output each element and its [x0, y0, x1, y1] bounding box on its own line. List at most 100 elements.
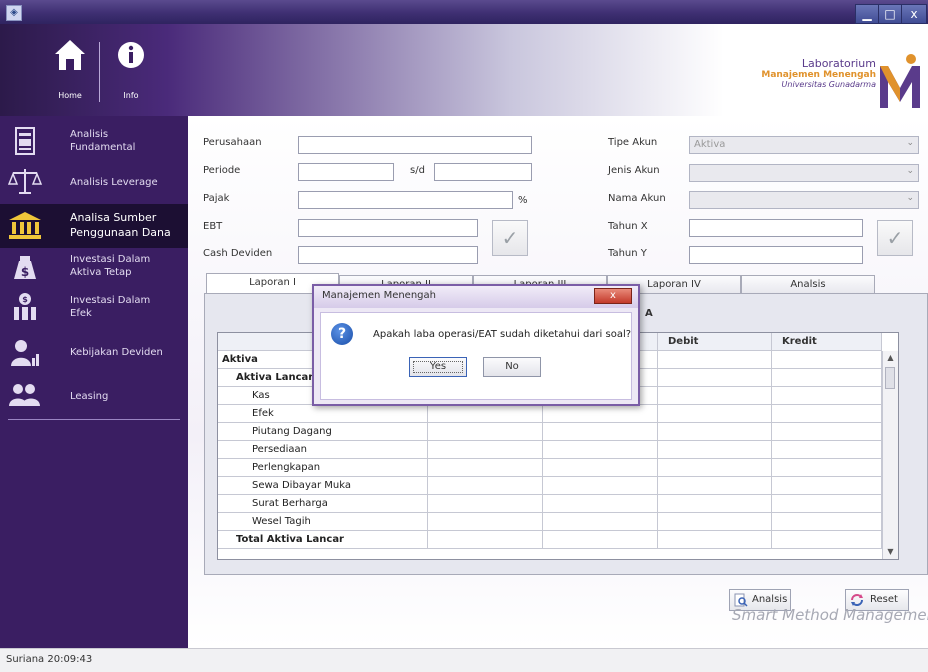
app-header: Home Info Laboratorium Manajemen Menenga…: [0, 24, 928, 116]
scroll-thumb[interactable]: [885, 367, 895, 389]
table-row[interactable]: Persediaan: [218, 441, 898, 459]
investor-icon: $: [14, 293, 36, 320]
yes-button[interactable]: Yes: [409, 357, 467, 377]
row-cell: [658, 531, 772, 549]
sidebar-item-analisis-leverage[interactable]: Analisis Leverage: [0, 164, 188, 198]
row-cell: [428, 513, 543, 531]
info-label: Info: [123, 91, 139, 100]
sidebar-divider: [8, 419, 180, 420]
row-cell: [772, 513, 882, 531]
ebt-input[interactable]: [298, 219, 478, 237]
lab-logo-icon: [880, 54, 920, 108]
scroll-up-icon[interactable]: ▲: [883, 351, 898, 365]
row-cell: [428, 405, 543, 423]
no-button[interactable]: No: [483, 357, 541, 377]
row-cell: [658, 405, 772, 423]
table-row[interactable]: Surat Berharga: [218, 495, 898, 513]
row-cell: [772, 423, 882, 441]
tahun-y-input[interactable]: [689, 246, 863, 264]
table-row[interactable]: Wesel Tagih: [218, 513, 898, 531]
minimize-button[interactable]: ▁: [855, 4, 879, 24]
submit-left-button[interactable]: ✓: [492, 220, 528, 256]
row-label: Sewa Dibayar Muka: [218, 477, 428, 495]
dialog-close-button[interactable]: x: [594, 288, 632, 304]
sidebar-item-investasi-efek[interactable]: $ Investasi Dalam Efek: [0, 288, 188, 328]
sidebar-item-label: Leasing: [70, 391, 109, 402]
home-button[interactable]: Home: [45, 34, 95, 104]
tipe-akun-select[interactable]: Aktiva ⌄: [689, 136, 919, 154]
nama-akun-select[interactable]: ⌄: [689, 191, 919, 209]
sidebar-item-analisis-fundamental[interactable]: Analisis Fundamental: [0, 122, 188, 158]
row-cell: [543, 477, 658, 495]
row-cell: [772, 387, 882, 405]
row-cell: [772, 441, 882, 459]
home-label: Home: [58, 91, 82, 100]
sidebar-item-label: Kebijakan Deviden: [70, 347, 163, 358]
tahun-x-input[interactable]: [689, 219, 863, 237]
row-cell: [772, 495, 882, 513]
periode-label: Periode: [203, 165, 241, 176]
sidebar-item-label: Analisis Fundamental: [70, 129, 136, 153]
close-button[interactable]: x: [901, 4, 927, 24]
jenis-akun-label: Jenis Akun: [608, 165, 660, 176]
row-cell: [772, 369, 882, 387]
dialog-message: Apakah laba operasi/EAT sudah diketahui …: [373, 329, 632, 340]
periode-end-input[interactable]: [434, 163, 532, 181]
confirm-dialog: Manajemen Menengah x ? Apakah laba opera…: [312, 284, 640, 406]
sidebar-item-leasing[interactable]: Leasing: [0, 378, 188, 412]
scroll-down-icon[interactable]: ▼: [883, 545, 898, 559]
table-row[interactable]: Efek: [218, 405, 898, 423]
row-cell: [658, 369, 772, 387]
status-text: Suriana 20:09:43: [6, 654, 93, 665]
pajak-input[interactable]: [298, 191, 513, 209]
table-row[interactable]: Piutang Dagang: [218, 423, 898, 441]
sidebar-item-label: Analisa Sumber Penggunaan Dana: [70, 211, 171, 239]
row-cell: [658, 459, 772, 477]
home-icon: [55, 40, 85, 70]
table-header-debit: Debit: [658, 333, 772, 351]
sidebar: Analisis Fundamental Analisis Leverage A…: [0, 116, 188, 648]
row-label: Persediaan: [218, 441, 428, 459]
watermark-text: Smart Method Management: [732, 606, 928, 624]
row-label: Total Aktiva Lancar: [218, 531, 428, 549]
magnify-document-icon: [734, 593, 748, 607]
row-cell: [543, 441, 658, 459]
cash-deviden-input[interactable]: [298, 246, 478, 264]
ebt-label: EBT: [203, 221, 223, 232]
sidebar-item-analisa-sumber[interactable]: Analisa Sumber Penggunaan Dana: [0, 204, 188, 248]
dividend-icon: [11, 340, 39, 366]
perusahaan-input[interactable]: [298, 136, 532, 154]
table-scrollbar[interactable]: ▲ ▼: [882, 351, 898, 559]
row-cell: [658, 387, 772, 405]
maximize-button[interactable]: □: [878, 4, 902, 24]
money-bag-icon: $: [14, 256, 36, 279]
row-label: Perlengkapan: [218, 459, 428, 477]
submit-right-button[interactable]: ✓: [877, 220, 913, 256]
row-cell: [658, 441, 772, 459]
check-icon: ✓: [886, 226, 904, 250]
tab-analisis[interactable]: Analsis: [741, 275, 875, 293]
info-button[interactable]: Info: [106, 34, 156, 104]
sidebar-item-label: Investasi Dalam Efek: [70, 295, 151, 319]
table-row[interactable]: Sewa Dibayar Muka: [218, 477, 898, 495]
lab-title-line2: Manajemen Menengah: [761, 70, 876, 80]
people-icon: [9, 384, 40, 406]
perusahaan-label: Perusahaan: [203, 137, 262, 148]
periode-start-input[interactable]: [298, 163, 394, 181]
row-cell: [658, 423, 772, 441]
row-cell: [543, 513, 658, 531]
table-row[interactable]: Total Aktiva Lancar: [218, 531, 898, 549]
row-cell: [428, 495, 543, 513]
analisis-button-label: Analsis: [752, 594, 788, 605]
sidebar-item-kebijakan-deviden[interactable]: Kebijakan Deviden: [0, 334, 188, 372]
cash-deviden-label: Cash Deviden: [203, 248, 273, 259]
table-row[interactable]: Perlengkapan: [218, 459, 898, 477]
row-cell: [428, 459, 543, 477]
jenis-akun-select[interactable]: ⌄: [689, 164, 919, 182]
row-cell: [658, 351, 772, 369]
info-icon: [118, 42, 144, 68]
sidebar-item-label: Analisis Leverage: [70, 177, 158, 188]
lab-title-line1: Laboratorium: [801, 57, 876, 70]
sidebar-item-investasi-aktiva-tetap[interactable]: $ Investasi Dalam Aktiva Tetap: [0, 250, 188, 286]
refresh-icon: [851, 594, 863, 606]
